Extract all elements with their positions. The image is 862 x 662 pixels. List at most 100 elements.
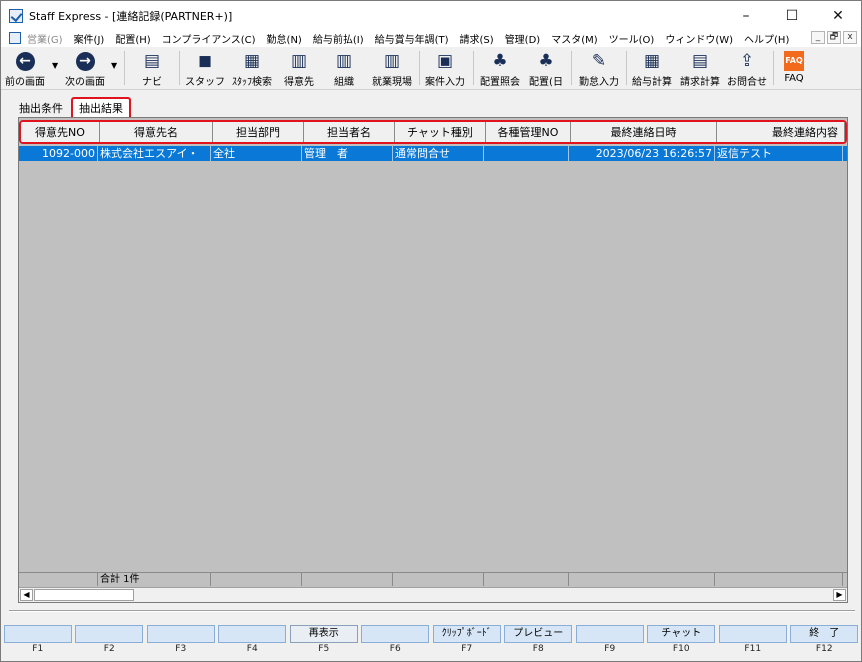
next-screen-button[interactable]: → 次の画面	[63, 49, 107, 89]
mdi-minimize-button[interactable]: _	[811, 31, 825, 44]
f11-button[interactable]	[718, 625, 787, 643]
column-header[interactable]: 得意先NO	[21, 122, 100, 142]
cell-client-no: 1092-000	[19, 146, 98, 161]
fkey-f4: F4	[218, 625, 288, 659]
menu-case[interactable]: 案件(J)	[74, 31, 105, 46]
footer-cell	[19, 573, 98, 586]
column-header[interactable]: 担当者名	[304, 122, 395, 142]
faq-icon: FAQ	[784, 51, 804, 71]
app-window: Staff Express - [連絡記録(PARTNER+)] – ☐ ✕ 営…	[0, 0, 862, 662]
cell-department: 全社	[211, 146, 302, 161]
calculator-icon: ▦	[643, 51, 661, 71]
close-button[interactable]: ✕	[815, 1, 861, 31]
f1-button[interactable]	[3, 625, 72, 643]
f4-button[interactable]	[218, 625, 287, 643]
footer-cell	[715, 573, 843, 586]
mdi-restore-button[interactable]: 🗗	[827, 31, 841, 44]
menu-window[interactable]: ウィンドウ(W)	[665, 31, 733, 46]
work-site-button[interactable]: ▥ 就業現場	[368, 49, 416, 89]
fkey-f1: F1	[3, 625, 73, 659]
f3-button[interactable]	[146, 625, 215, 643]
mdi-doc-icon[interactable]	[9, 32, 21, 44]
menu-advance-pay[interactable]: 給与前払(I)	[313, 31, 364, 46]
case-entry-icon: ▣	[436, 51, 454, 71]
menu-admin[interactable]: 管理(D)	[505, 31, 541, 46]
column-header[interactable]: 最終連絡日時	[571, 122, 717, 142]
column-header[interactable]: 各種管理NO	[486, 122, 571, 142]
mdi-close-button[interactable]: x	[843, 31, 857, 44]
menu-billing[interactable]: 請求(S)	[460, 31, 494, 46]
minimize-button[interactable]: –	[723, 1, 769, 31]
client-button[interactable]: ▥ 得意先	[279, 49, 319, 89]
f9-label: F9	[604, 644, 616, 654]
preview-button[interactable]: プレビュー	[504, 625, 573, 643]
menu-tools[interactable]: ツール(O)	[609, 31, 655, 46]
person-search-icon: ▦	[243, 51, 261, 71]
f6-button[interactable]	[361, 625, 430, 643]
footer-cell	[211, 573, 302, 586]
inquiry-button[interactable]: ⇪ お問合せ	[725, 49, 769, 89]
cell-client-name: 株式会社エスアイ・	[98, 146, 211, 161]
toolbar-separator	[419, 51, 420, 85]
tab-bar: 抽出条件 抽出結果	[13, 97, 131, 117]
function-key-bar: F1 F2 F3 F4 再表示 F5 F6 ｸﾘｯﾌﾟﾎﾞｰﾄﾞ F7 プレビュー F…	[3, 625, 859, 659]
results-grid[interactable]: 得意先NO 得意先名 担当部門 担当者名 チャット種別 各種管理NO 最終連絡日…	[18, 117, 848, 603]
prev-history-dropdown-icon[interactable]: ▼	[52, 61, 58, 70]
toolbar-separator	[124, 51, 125, 85]
maximize-button[interactable]: ☐	[769, 1, 815, 31]
assignment-day-button[interactable]: ♣ 配置(日	[526, 49, 566, 89]
f5-label: F5	[318, 644, 330, 654]
organization-button[interactable]: ▥ 組織	[324, 49, 364, 89]
horizontal-scrollbar[interactable]: ◀ ▶	[19, 587, 847, 602]
assignment-lookup-button[interactable]: ♣ 配置照会	[476, 49, 524, 89]
scroll-left-icon[interactable]: ◀	[20, 589, 33, 601]
cell-person: 管理 者	[302, 146, 393, 161]
column-header[interactable]: 最終連絡内容	[717, 122, 845, 142]
menu-help[interactable]: ヘルプ(H)	[744, 31, 789, 46]
arrow-left-icon: ←	[15, 51, 35, 71]
refresh-button[interactable]: 再表示	[289, 625, 358, 643]
menu-sales[interactable]: 営業(G)	[27, 31, 63, 46]
f11-label: F11	[744, 644, 762, 654]
attendance-input-button[interactable]: ✎ 勤怠入力	[575, 49, 623, 89]
scroll-thumb[interactable]	[34, 589, 134, 601]
case-input-button[interactable]: ▣ 案件入力	[422, 49, 468, 89]
cell-last-contact-time: 2023/06/23 16:26:57	[569, 146, 715, 161]
f12-label: F12	[815, 644, 833, 654]
staff-search-button[interactable]: ▦ ｽﾀｯﾌ検索	[228, 49, 276, 89]
column-header[interactable]: チャット種別	[395, 122, 486, 142]
clipboard-button[interactable]: ｸﾘｯﾌﾟﾎﾞｰﾄﾞ	[432, 625, 501, 643]
monitor-icon: ▤	[143, 51, 161, 71]
tab-extract-results[interactable]: 抽出結果	[71, 97, 131, 117]
column-header[interactable]: 得意先名	[100, 122, 213, 142]
billing-calc-button[interactable]: ▤ 請求計算	[677, 49, 723, 89]
pencil-sheet-icon: ✎	[591, 51, 607, 71]
f6-label: F6	[389, 644, 401, 654]
scroll-right-icon[interactable]: ▶	[833, 589, 846, 601]
chat-button[interactable]: チャット	[647, 625, 716, 643]
navi-button[interactable]: ▤ ナビ	[132, 49, 172, 89]
faq-button[interactable]: FAQ FAQ	[777, 49, 811, 89]
next-history-dropdown-icon[interactable]: ▼	[111, 61, 117, 70]
cell-chat-type: 通常問合せ	[393, 146, 484, 161]
menu-payroll[interactable]: 給与賞与年調(T)	[375, 31, 449, 46]
fkey-f3: F3	[146, 625, 216, 659]
prev-screen-button[interactable]: ← 前の画面	[3, 49, 47, 89]
menu-attendance[interactable]: 勤怠(N)	[267, 31, 302, 46]
toolbar-separator	[473, 51, 474, 85]
f1-label: F1	[32, 644, 44, 654]
menu-compliance[interactable]: コンプライアンス(C)	[162, 31, 256, 46]
column-header[interactable]: 担当部門	[213, 122, 304, 142]
fkey-f7: ｸﾘｯﾌﾟﾎﾞｰﾄﾞ F7	[432, 625, 502, 659]
exit-button[interactable]: 終 了	[790, 625, 859, 643]
f2-button[interactable]	[75, 625, 144, 643]
site-building-icon: ▥	[383, 51, 401, 71]
menu-assignment[interactable]: 配置(H)	[115, 31, 150, 46]
table-row[interactable]: 1092-000 株式会社エスアイ・ 全社 管理 者 通常問合せ 2023/06…	[19, 146, 847, 161]
f9-button[interactable]	[575, 625, 644, 643]
menu-master[interactable]: マスタ(M)	[551, 31, 597, 46]
staff-button[interactable]: ◼ スタッフ	[185, 49, 225, 89]
menu-bar: 営業(G) 案件(J) 配置(H) コンプライアンス(C) 勤怠(N) 給与前払…	[1, 29, 861, 47]
tab-extract-conditions[interactable]: 抽出条件	[13, 97, 69, 117]
payroll-calc-button[interactable]: ▦ 給与計算	[629, 49, 675, 89]
